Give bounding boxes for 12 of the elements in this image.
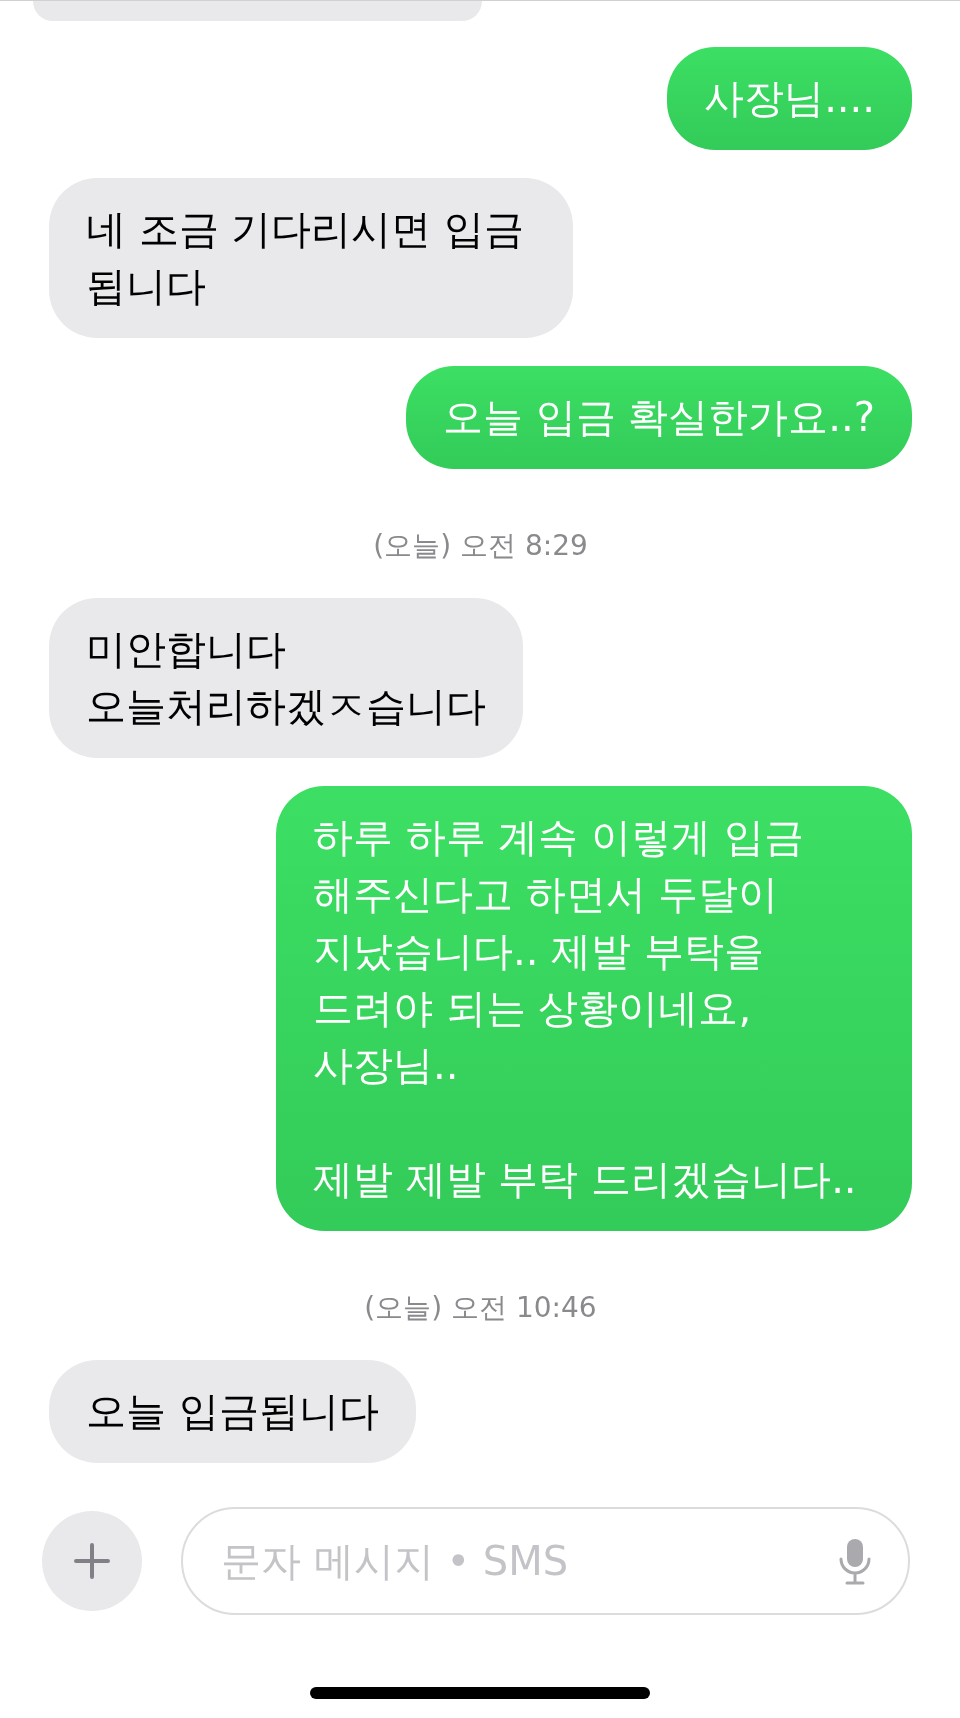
microphone-icon[interactable] bbox=[838, 1537, 872, 1585]
timestamp: (오늘) 오전 10:46 bbox=[364, 1290, 597, 1326]
message-bubble: 오늘 입금 확실한가요..? bbox=[405, 366, 912, 469]
message-bubble: 미안합니다 오늘처리하겠ㅈ습니다 bbox=[49, 598, 523, 758]
message-bubble: 사장님.... bbox=[667, 47, 912, 150]
timestamp: (오늘) 오전 8:29 bbox=[373, 528, 588, 564]
message-bubble: 네 조금 기다리시면 입금 됩니다 bbox=[49, 178, 573, 338]
message-bubble: 오늘 입금됩니다 bbox=[49, 1360, 416, 1463]
message-bubble: 하루 하루 계속 이렇게 입금 해주신다고 하면서 두달이 지났습니다.. 제발 부탁을 드려야 되는 상황이네요, 사장님.. 제발 제발 부탁 드리겠습니다.. bbox=[276, 786, 912, 1231]
plus-icon bbox=[72, 1541, 112, 1581]
message-field[interactable]: 문자 메시지 • SMS bbox=[181, 1507, 910, 1615]
message-input[interactable]: 문자 메시지 • SMS bbox=[219, 1537, 838, 1585]
